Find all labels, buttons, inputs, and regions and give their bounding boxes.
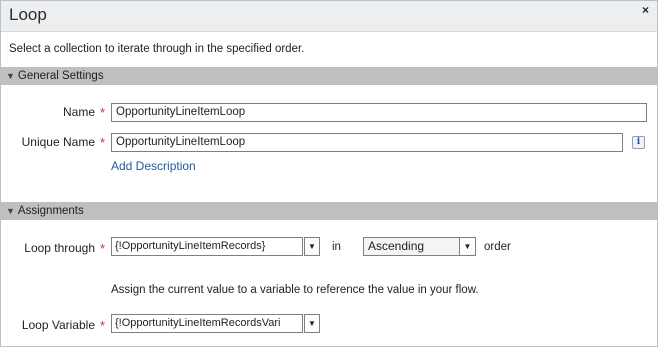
unique-name-input[interactable]: OpportunityLineItemLoop [111, 133, 623, 152]
dropdown-arrow-icon[interactable]: ▼ [304, 314, 320, 333]
name-input[interactable]: OpportunityLineItemLoop [111, 103, 647, 122]
general-settings-title: General Settings [17, 70, 104, 82]
info-icon[interactable]: i [632, 136, 645, 149]
unique-name-label: Unique Name [21, 135, 95, 149]
order-text: order [484, 241, 511, 253]
add-description-link[interactable]: Add Description [111, 159, 196, 173]
loop-variable-hint: Assign the current value to a variable t… [111, 284, 479, 296]
loop-variable-label: Loop Variable [21, 318, 95, 332]
order-select-value: Ascending [368, 239, 425, 253]
general-settings-header[interactable]: ▼ General Settings [1, 67, 657, 85]
name-label: Name [62, 105, 95, 119]
loop-dialog: Loop × Select a collection to iterate th… [0, 0, 658, 347]
close-icon[interactable]: × [642, 3, 649, 17]
collapse-triangle-icon[interactable]: ▼ [6, 71, 15, 81]
loop-through-input[interactable]: {!OpportunityLineItemRecords} [111, 237, 303, 256]
assignments-title: Assignments [17, 205, 84, 217]
dropdown-arrow-icon[interactable]: ▼ [459, 238, 475, 255]
assignments-header[interactable]: ▼ Assignments [1, 202, 657, 220]
loop-variable-required-marker: * [100, 318, 106, 333]
loop-through-required-marker: * [100, 241, 106, 256]
loop-variable-input[interactable]: {!OpportunityLineItemRecordsVari [111, 314, 303, 333]
order-select[interactable]: Ascending ▼ [363, 237, 476, 256]
dialog-title: Loop [9, 5, 47, 24]
dropdown-arrow-icon[interactable]: ▼ [304, 237, 320, 256]
collapse-triangle-icon[interactable]: ▼ [6, 206, 15, 216]
loop-through-label: Loop through [24, 241, 95, 255]
in-text: in [332, 241, 341, 253]
name-required-marker: * [100, 105, 106, 120]
dialog-titlebar: Loop × [1, 1, 657, 32]
unique-name-required-marker: * [100, 135, 106, 150]
dialog-intro: Select a collection to iterate through i… [9, 43, 305, 55]
